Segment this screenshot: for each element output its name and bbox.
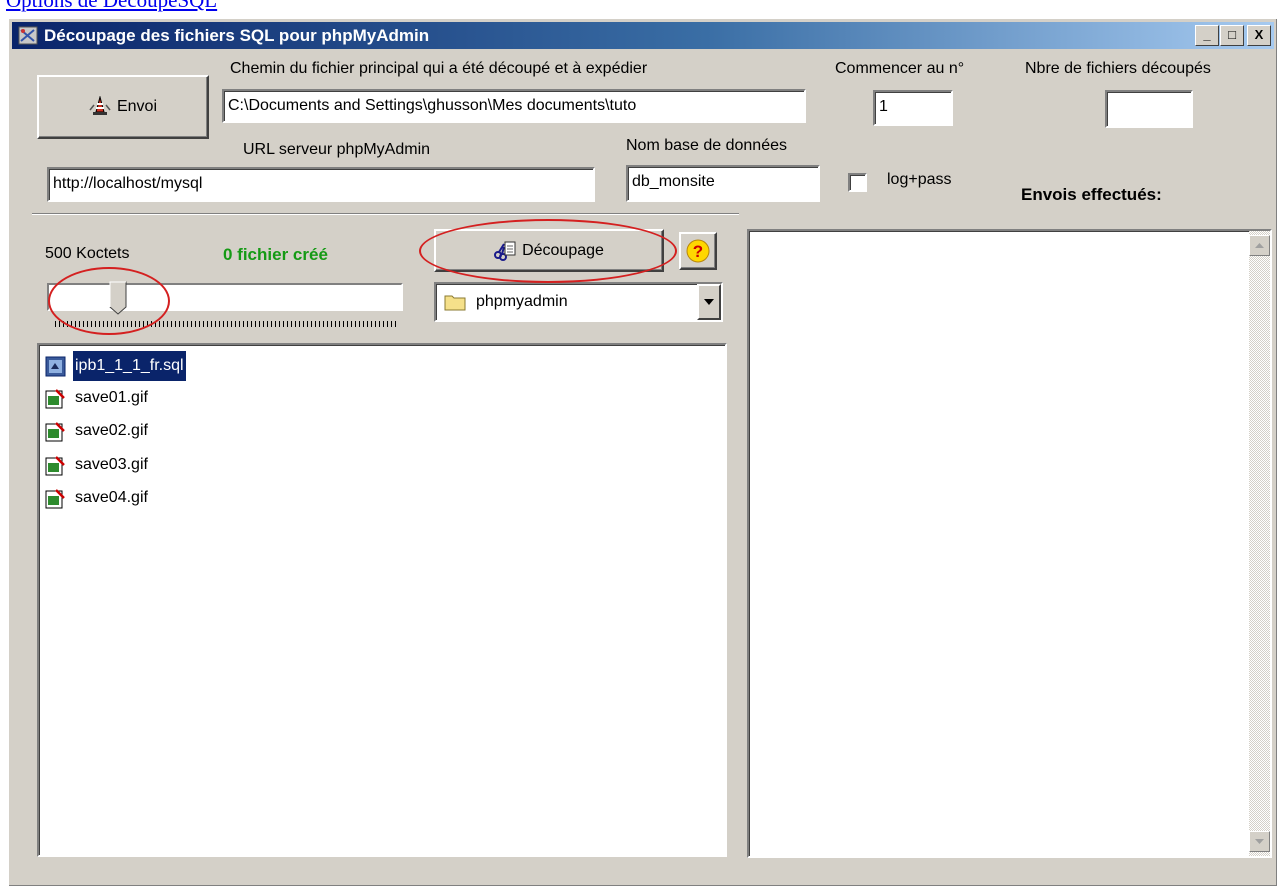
annotation-ellipse — [48, 267, 170, 335]
chevron-down-icon — [704, 299, 714, 305]
maximize-icon: □ — [1228, 27, 1236, 42]
file-count-label: Nbre de fichiers découpés — [1025, 60, 1211, 77]
gif-file-icon — [45, 456, 65, 476]
folder-dropdown-button[interactable] — [697, 284, 721, 320]
minimize-button[interactable]: _ — [1195, 25, 1219, 46]
arrow-down-icon — [1255, 839, 1264, 844]
vertical-scrollbar[interactable] — [1249, 231, 1270, 856]
server-url-input[interactable]: http://localhost/mysql — [47, 167, 595, 202]
file-name: save04.gif — [75, 489, 148, 506]
send-button-label: Envoi — [116, 98, 158, 115]
main-file-input[interactable]: C:\Documents and Settings\ghusson\Mes do… — [222, 89, 806, 123]
folder-select[interactable]: phpmyadmin — [434, 282, 723, 322]
scroll-down-button[interactable] — [1249, 831, 1270, 852]
database-input[interactable]: db_monsite — [626, 165, 820, 202]
svg-text:?: ? — [693, 242, 703, 261]
help-button[interactable]: ? — [679, 232, 717, 270]
gif-file-icon — [45, 389, 65, 409]
annotation-ellipse — [419, 219, 677, 283]
file-name: ipb1_1_1_fr.sql — [72, 350, 187, 382]
server-url-label: URL serveur phpMyAdmin — [243, 141, 431, 158]
send-button[interactable]: Envoi — [37, 75, 209, 139]
separator — [32, 213, 739, 215]
title-bar[interactable]: Découpage des fichiers SQL pour phpMyAdm… — [12, 22, 1274, 49]
window-title: Découpage des fichiers SQL pour phpMyAdm… — [44, 26, 430, 45]
scroll-up-button[interactable] — [1249, 235, 1270, 256]
size-label: 500 Koctets — [45, 245, 130, 262]
logpass-checkbox[interactable] — [848, 173, 867, 192]
minimize-icon: _ — [1203, 27, 1211, 42]
file-name: save01.gif — [75, 389, 148, 406]
sent-log-panel[interactable] — [747, 229, 1272, 858]
sql-file-icon — [45, 356, 66, 377]
start-at-input[interactable]: 1 — [873, 90, 953, 126]
close-button[interactable]: X — [1247, 25, 1271, 46]
sent-label: Envois effectués: — [1021, 185, 1162, 204]
close-icon: X — [1254, 27, 1264, 42]
folder-select-value: phpmyadmin — [476, 293, 568, 310]
arrow-up-icon — [1255, 243, 1264, 248]
gif-file-icon — [45, 489, 65, 509]
maximize-button[interactable]: □ — [1220, 25, 1244, 46]
traffic-cone-icon — [89, 96, 111, 115]
file-count-input[interactable] — [1105, 90, 1193, 128]
files-created-status: 0 fichier créé — [223, 245, 328, 264]
folder-icon — [444, 295, 466, 311]
file-name: save03.gif — [75, 456, 148, 473]
help-icon: ? — [686, 239, 710, 263]
gif-file-icon — [45, 422, 65, 442]
app-window: Découpage des fichiers SQL pour phpMyAdm… — [8, 18, 1278, 887]
file-list[interactable]: ipb1_1_1_fr.sql save01.gif save02.gif sa… — [37, 343, 727, 857]
database-label: Nom base de données — [626, 137, 787, 154]
start-at-label: Commencer au n° — [835, 60, 965, 77]
app-icon — [18, 26, 38, 45]
main-file-label: Chemin du fichier principal qui a été dé… — [230, 60, 648, 77]
logpass-label: log+pass — [887, 171, 952, 188]
file-name: save02.gif — [75, 422, 148, 439]
options-link[interactable]: Options de DécoupeSQL — [6, 0, 217, 13]
